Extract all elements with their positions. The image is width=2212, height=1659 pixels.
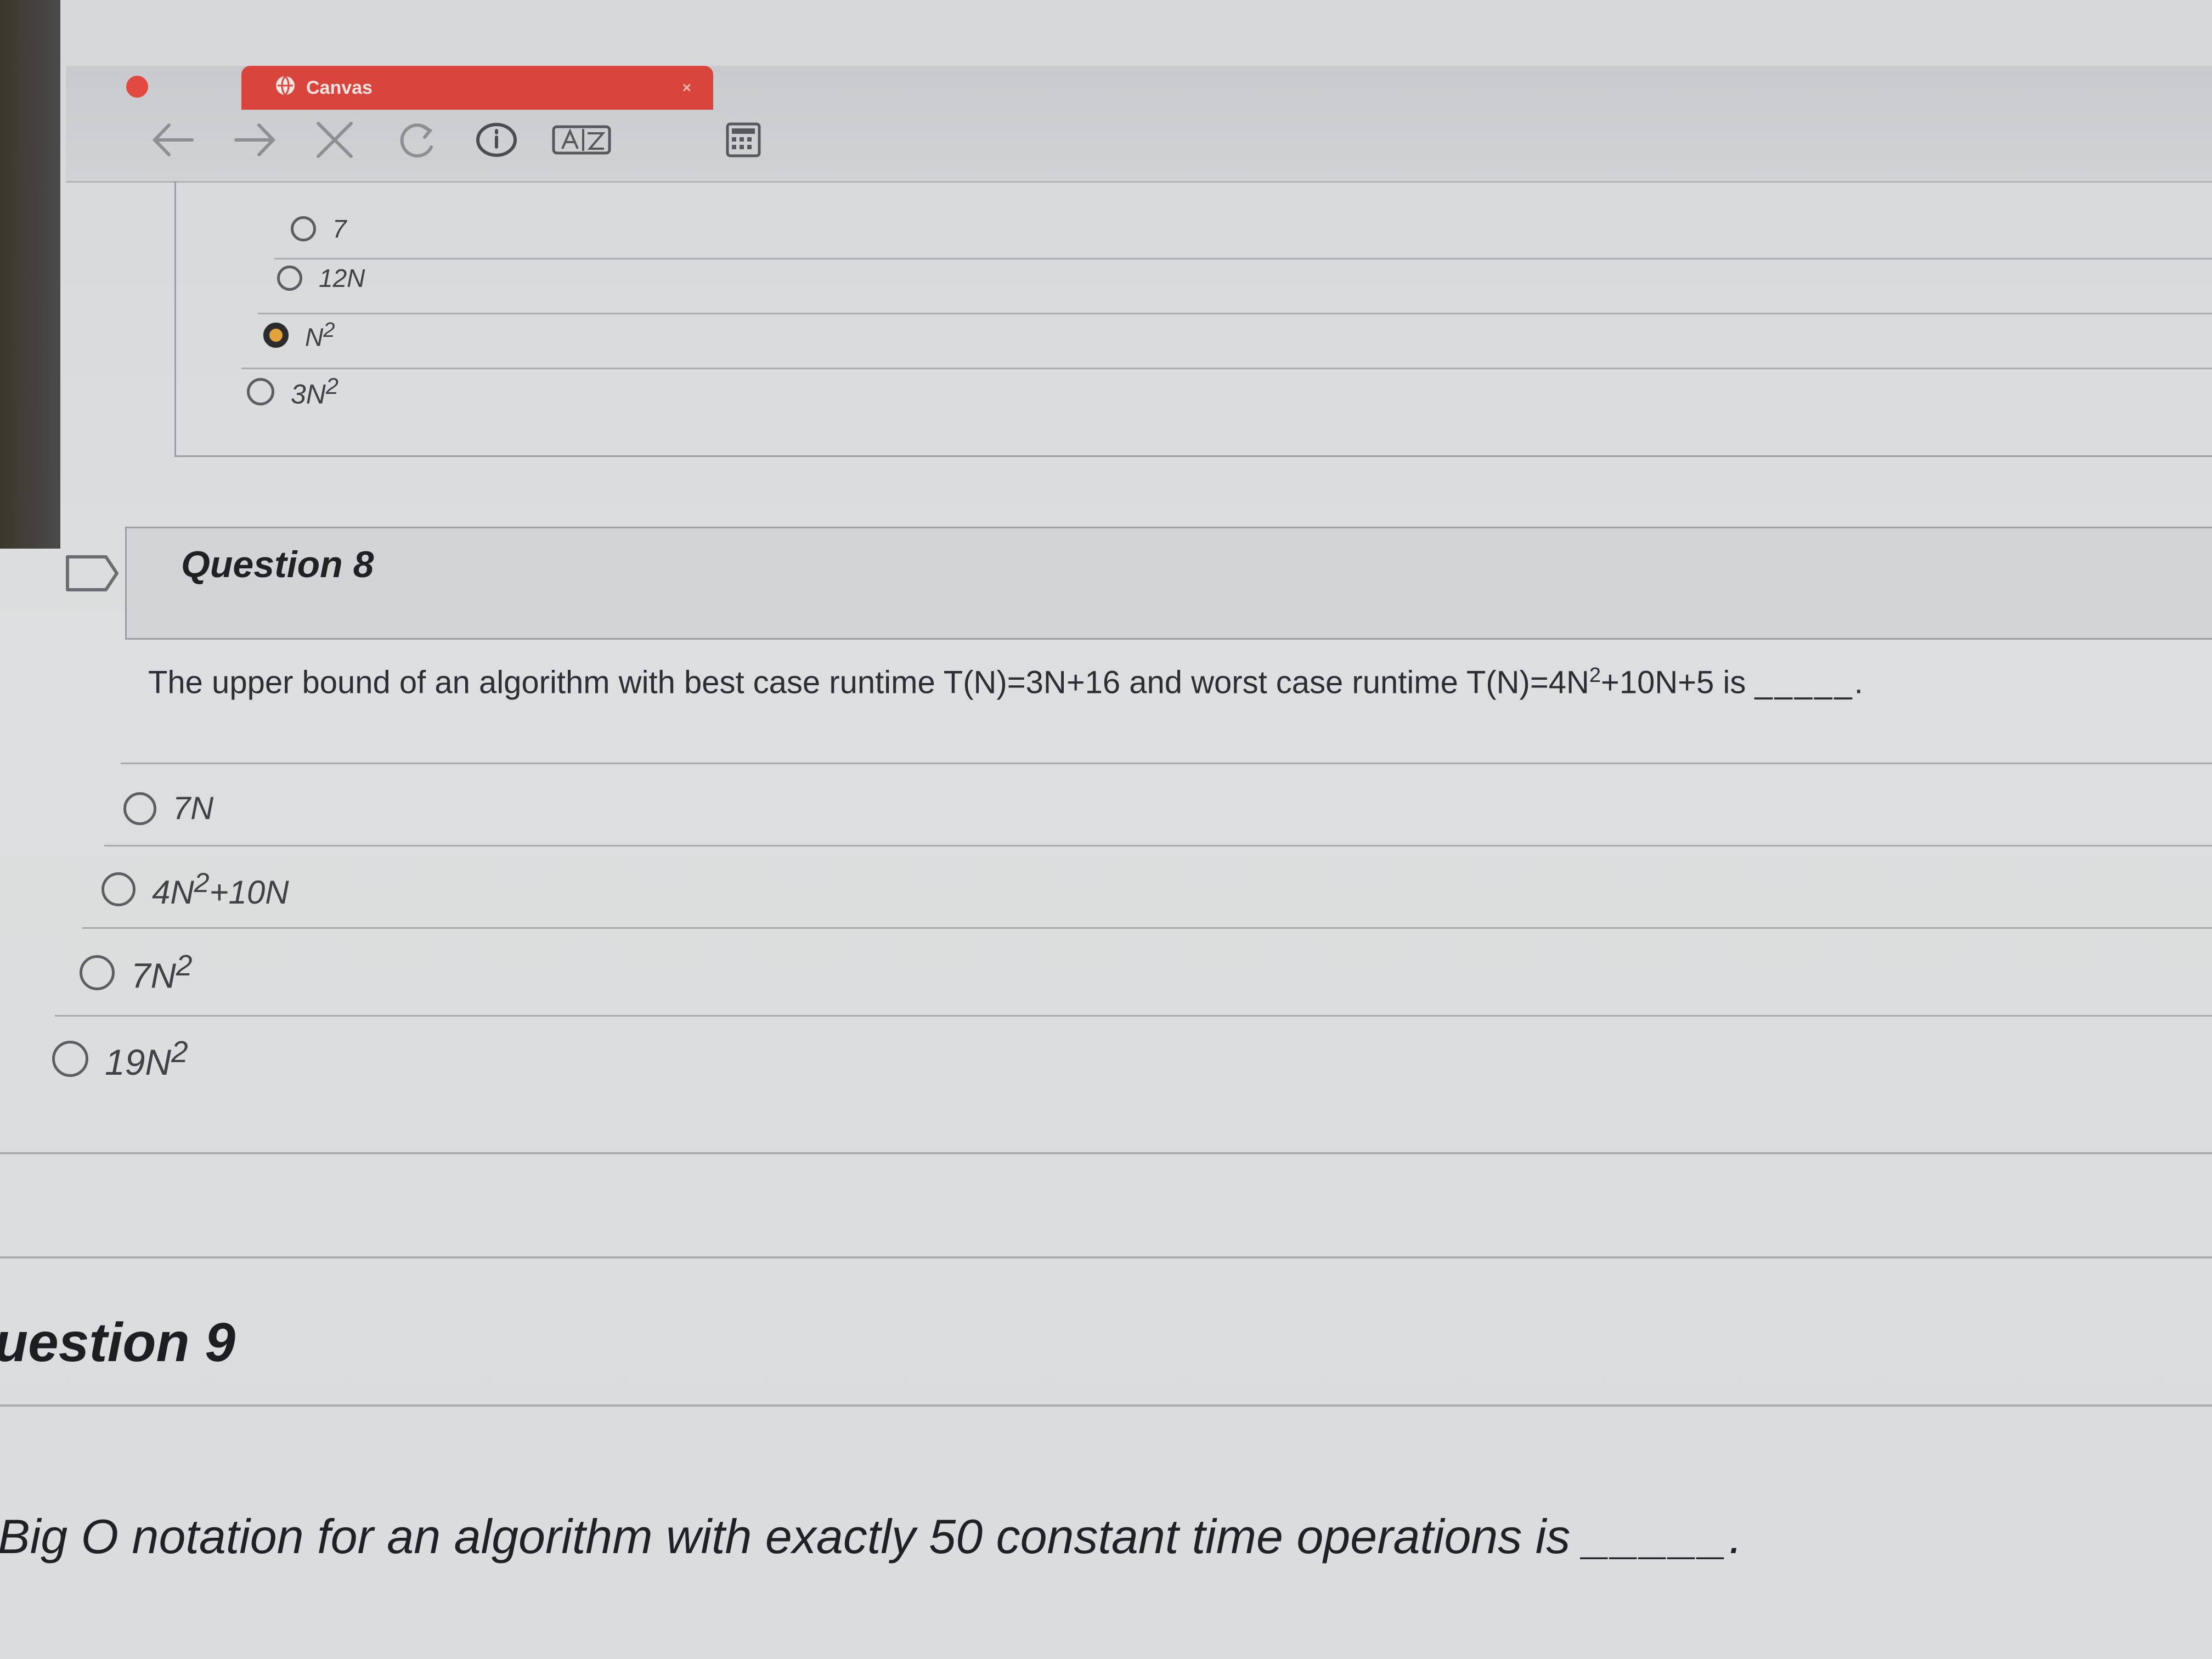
- question-9-title: uestion 9: [0, 1312, 235, 1373]
- divider: [104, 845, 2212, 847]
- option-4n2-plus-10n[interactable]: 4N2+10N: [101, 867, 289, 911]
- divider: [121, 763, 2212, 764]
- previous-question-card: [174, 181, 2212, 457]
- radio-button[interactable]: [80, 955, 115, 990]
- question-9-header-border: [0, 1404, 2212, 1407]
- option-label: 7: [332, 215, 347, 243]
- radio-button[interactable]: [101, 872, 136, 906]
- flag-question-icon[interactable]: [65, 554, 120, 595]
- option-label: 19N2: [105, 1035, 188, 1082]
- option-label: 7N: [173, 791, 214, 826]
- close-icon[interactable]: [313, 118, 357, 162]
- option-19n-squared[interactable]: 19N2: [52, 1034, 188, 1083]
- text-size-icon[interactable]: [551, 118, 612, 162]
- browser-toolbar: Canvas ×: [66, 66, 2212, 183]
- option-12n[interactable]: 12N: [277, 263, 365, 293]
- question-8-title: Question 8: [181, 544, 374, 585]
- radio-button[interactable]: [277, 266, 302, 291]
- question-9-text: Big O notation for an algorithm with exa…: [0, 1509, 1745, 1564]
- option-7n[interactable]: 7N: [123, 790, 213, 827]
- option-label: N2: [305, 318, 335, 352]
- radio-button[interactable]: [123, 792, 156, 825]
- option-label: 3N2: [291, 373, 339, 410]
- tab-close-icon[interactable]: ×: [682, 79, 691, 97]
- option-3n-squared[interactable]: 3N2: [247, 373, 338, 410]
- divider: [258, 313, 2212, 314]
- divider: [274, 258, 2212, 259]
- option-n-squared[interactable]: N2: [263, 318, 335, 352]
- option-label: 7N2: [131, 950, 193, 996]
- tab-title: Canvas: [306, 77, 373, 98]
- answer-blank: _____.: [1754, 664, 1865, 701]
- browser-tab[interactable]: Canvas ×: [241, 66, 713, 110]
- question-8-text: The upper bound of an algorithm with bes…: [148, 664, 1865, 701]
- option-7n-squared[interactable]: 7N2: [80, 949, 192, 996]
- question-9-top-border: [0, 1256, 2212, 1259]
- divider: [55, 1015, 2212, 1017]
- radio-button-selected[interactable]: [263, 322, 289, 348]
- quiz-content: 7 12N N2 3N2 Question 8 The upper bound …: [0, 181, 2212, 1659]
- radio-button[interactable]: [247, 377, 274, 405]
- question-8-bottom-border: [0, 1152, 2212, 1154]
- screen: Canvas × 7 12N N2 3N2 Question 8 The upp…: [0, 0, 2212, 1659]
- option-label: 4N2+10N: [152, 867, 289, 911]
- calculator-icon[interactable]: [724, 118, 763, 162]
- option-label: 12N: [319, 264, 365, 292]
- monitor-bezel-left: [0, 0, 60, 549]
- radio-button[interactable]: [291, 216, 316, 241]
- question-8-header: [125, 527, 2212, 640]
- divider: [241, 368, 2212, 369]
- option-7[interactable]: 7: [291, 214, 347, 244]
- recording-indicator: [126, 76, 148, 98]
- answer-blank: _____.: [1583, 1509, 1745, 1564]
- back-icon[interactable]: [148, 118, 198, 162]
- forward-icon[interactable]: [230, 118, 280, 162]
- divider: [82, 927, 2212, 929]
- radio-button[interactable]: [52, 1040, 88, 1077]
- reload-icon[interactable]: [395, 118, 439, 162]
- globe-icon: [274, 75, 296, 101]
- info-icon[interactable]: [475, 118, 518, 162]
